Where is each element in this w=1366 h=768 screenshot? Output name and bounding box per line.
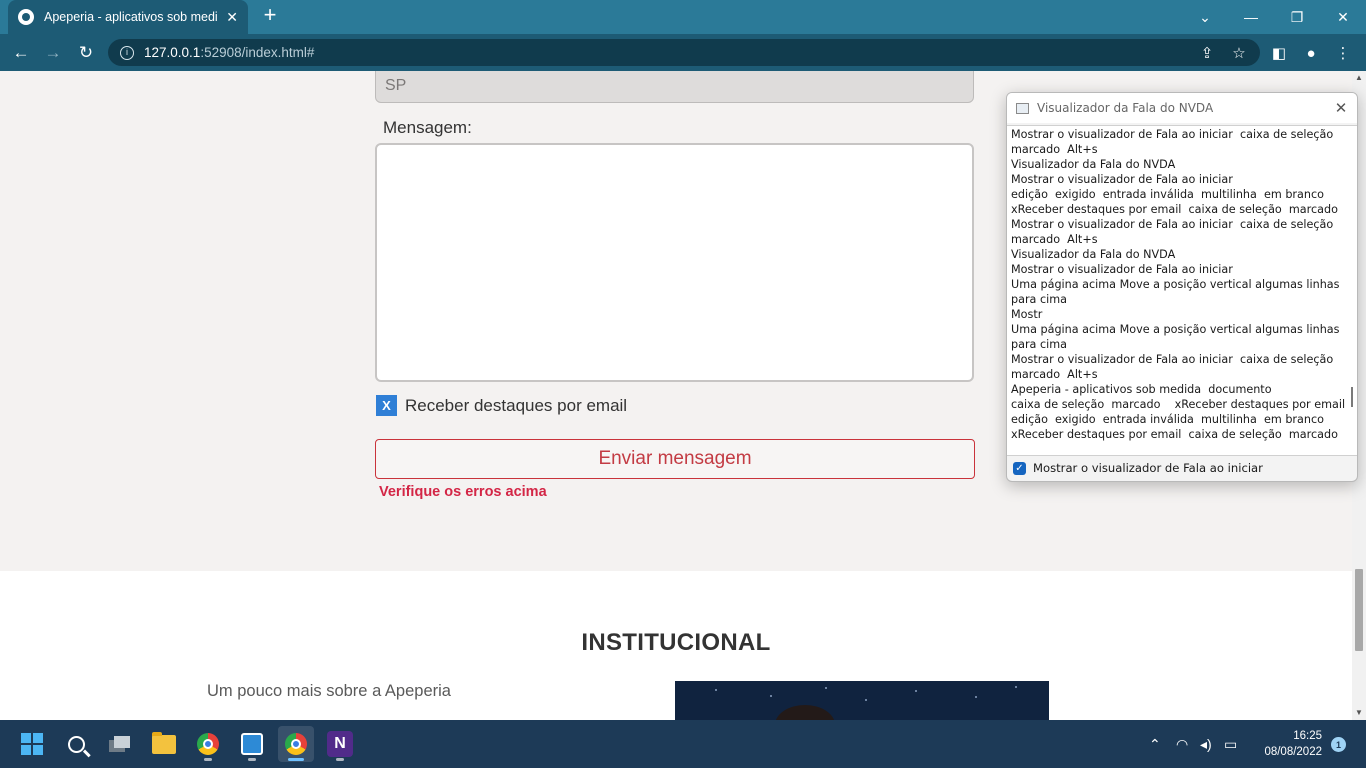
profile-icon[interactable]: ● bbox=[1298, 40, 1324, 66]
minimize-button[interactable]: — bbox=[1228, 0, 1274, 34]
window-app-icon bbox=[1016, 102, 1029, 114]
battery-icon[interactable]: ▭ bbox=[1224, 720, 1237, 768]
back-arrow-icon[interactable]: ← bbox=[8, 40, 34, 66]
share-icon[interactable]: ⇪ bbox=[1194, 40, 1220, 66]
task-view-icon[interactable] bbox=[102, 726, 138, 762]
globe-icon bbox=[18, 9, 34, 25]
nvda-show-on-startup-row[interactable]: ✓ Mostrar o visualizador de Fala ao inic… bbox=[1013, 461, 1263, 475]
nvda-log-line: Uma página acima Move a posição vertical… bbox=[1011, 323, 1340, 336]
side-panel-icon[interactable]: ◧ bbox=[1266, 40, 1292, 66]
highlights-checkbox-row[interactable]: X Receber destaques por email bbox=[376, 395, 627, 416]
nvda-log-line: xReceber destaques por email caixa de se… bbox=[1011, 203, 1338, 216]
nvda-log-line: Visualizador da Fala do NVDA bbox=[1011, 248, 1176, 261]
system-clock[interactable]: 16:25 08/08/2022 bbox=[1256, 728, 1322, 760]
nvda-log-line: Apeperia - aplicativos sob medida docume… bbox=[1011, 383, 1272, 396]
nvda-log-line: marcado Alt+s bbox=[1011, 233, 1098, 246]
nvda-log-line: Uma página acima Move a posição vertical… bbox=[1011, 278, 1340, 291]
bookmark-star-icon[interactable]: ☆ bbox=[1226, 40, 1252, 66]
nvda-log-line: Mostrar o visualizador de Fala ao inicia… bbox=[1011, 263, 1233, 276]
section-title: INSTITUCIONAL bbox=[581, 629, 771, 656]
restore-button[interactable]: ❐ bbox=[1274, 0, 1320, 34]
clock-time: 16:25 bbox=[1293, 730, 1322, 742]
url-path: :52908/index.html# bbox=[200, 45, 315, 60]
chrome-icon[interactable] bbox=[190, 726, 226, 762]
institucional-section: INSTITUCIONAL Um pouco mais sobre a Apep… bbox=[0, 571, 1352, 720]
wifi-icon[interactable]: ◠ bbox=[1176, 720, 1188, 768]
url-host: 127.0.0.1 bbox=[144, 45, 201, 60]
nvda-log-line: Mostr bbox=[1011, 308, 1043, 321]
nvda-log-line: edição exigido entrada inválida multilin… bbox=[1011, 413, 1324, 426]
checkmark-icon[interactable]: ✓ bbox=[1013, 461, 1026, 475]
browser-toolbar: ← → ↻ i 127.0.0.1:52908/index.html# ⇪ ☆ … bbox=[0, 34, 1366, 71]
app-icon[interactable] bbox=[234, 726, 270, 762]
nvda-log-line: Mostrar o visualizador de Fala ao inicia… bbox=[1011, 128, 1334, 141]
send-message-button[interactable]: Enviar mensagem bbox=[375, 439, 975, 479]
nvda-icon[interactable]: N bbox=[322, 726, 358, 762]
highlights-label[interactable]: Receber destaques por email bbox=[405, 396, 627, 416]
scroll-down-icon[interactable]: ▼ bbox=[1352, 706, 1366, 720]
browser-tab[interactable]: Apeperia - aplicativos sob medida ✕ bbox=[8, 0, 248, 34]
clock-date: 08/08/2022 bbox=[1264, 746, 1322, 758]
nvda-show-on-startup-label[interactable]: Mostrar o visualizador de Fala ao inicia… bbox=[1033, 461, 1263, 475]
nvda-log-line: Mostrar o visualizador de Fala ao inicia… bbox=[1011, 353, 1334, 366]
message-textarea[interactable] bbox=[375, 143, 974, 382]
nvda-speech-viewer-window: Visualizador da Fala do NVDA ✕ Mostrar o… bbox=[1006, 92, 1358, 482]
forward-arrow-icon[interactable]: → bbox=[40, 40, 66, 66]
highlights-checkbox[interactable]: X bbox=[376, 395, 397, 416]
nvda-log-line: para cima bbox=[1011, 338, 1067, 351]
nvda-log-scrollbar-thumb[interactable] bbox=[1351, 387, 1353, 407]
nvda-log-line: para cima bbox=[1011, 293, 1067, 306]
state-field[interactable]: SP bbox=[375, 71, 974, 103]
nvda-window-title: Visualizador da Fala do NVDA bbox=[1037, 101, 1214, 115]
close-icon[interactable]: ✕ bbox=[1331, 98, 1351, 118]
search-icon[interactable] bbox=[58, 726, 94, 762]
nvda-log-line: Mostrar o visualizador de Fala ao inicia… bbox=[1011, 173, 1233, 186]
notification-badge[interactable]: 1 bbox=[1331, 737, 1346, 752]
nvda-log-line: Visualizador da Fala do NVDA bbox=[1011, 158, 1176, 171]
close-window-button[interactable]: ✕ bbox=[1320, 0, 1366, 34]
volume-icon[interactable]: ◂) bbox=[1200, 720, 1212, 768]
menu-icon[interactable]: ⋮ bbox=[1330, 40, 1356, 66]
info-icon[interactable]: i bbox=[120, 45, 134, 60]
start-button[interactable] bbox=[14, 726, 50, 762]
reload-icon[interactable]: ↻ bbox=[73, 40, 99, 66]
nvda-speech-log[interactable]: Mostrar o visualizador de Fala ao inicia… bbox=[1007, 125, 1357, 456]
scroll-up-icon[interactable]: ▲ bbox=[1352, 71, 1366, 85]
nvda-log-line: Mostrar o visualizador de Fala ao inicia… bbox=[1011, 218, 1334, 231]
institucional-image bbox=[675, 681, 1049, 720]
message-label: Mensagem: bbox=[383, 118, 472, 137]
windows-taskbar: N ⌃ ◠ ◂) ▭ 16:25 08/08/2022 bbox=[0, 720, 1366, 768]
nvda-title-bar[interactable]: Visualizador da Fala do NVDA bbox=[1007, 93, 1357, 123]
tab-search-icon[interactable]: ⌄ bbox=[1182, 0, 1228, 34]
browser-tab-bar: Apeperia - aplicativos sob medida ✕ + ⌄ … bbox=[0, 0, 1366, 34]
address-bar[interactable]: i 127.0.0.1:52908/index.html# bbox=[108, 39, 1260, 66]
nvda-log-line: edição exigido entrada inválida multilin… bbox=[1011, 188, 1324, 201]
chevron-up-icon[interactable]: ⌃ bbox=[1149, 720, 1161, 768]
new-tab-button[interactable]: + bbox=[258, 4, 282, 28]
tab-close-icon[interactable]: ✕ bbox=[226, 9, 238, 26]
chrome-active-icon[interactable] bbox=[278, 726, 314, 762]
screen: Apeperia - aplicativos sob medida ✕ + ⌄ … bbox=[0, 0, 1366, 768]
scrollbar-thumb[interactable] bbox=[1355, 569, 1363, 651]
nvda-log-line: xReceber destaques por email caixa de se… bbox=[1011, 428, 1338, 441]
nvda-log-line: marcado Alt+s bbox=[1011, 368, 1098, 381]
windows-logo-icon bbox=[21, 733, 43, 755]
file-explorer-icon[interactable] bbox=[146, 726, 182, 762]
nvda-log-line: caixa de seleção marcado xReceber destaq… bbox=[1011, 398, 1346, 411]
nvda-log-line: marcado Alt+s bbox=[1011, 143, 1098, 156]
tab-title: Apeperia - aplicativos sob medida bbox=[44, 10, 219, 24]
section-subtitle: Um pouco mais sobre a Apeperia bbox=[207, 682, 451, 700]
form-error-message: Verifique os erros acima bbox=[379, 484, 547, 500]
